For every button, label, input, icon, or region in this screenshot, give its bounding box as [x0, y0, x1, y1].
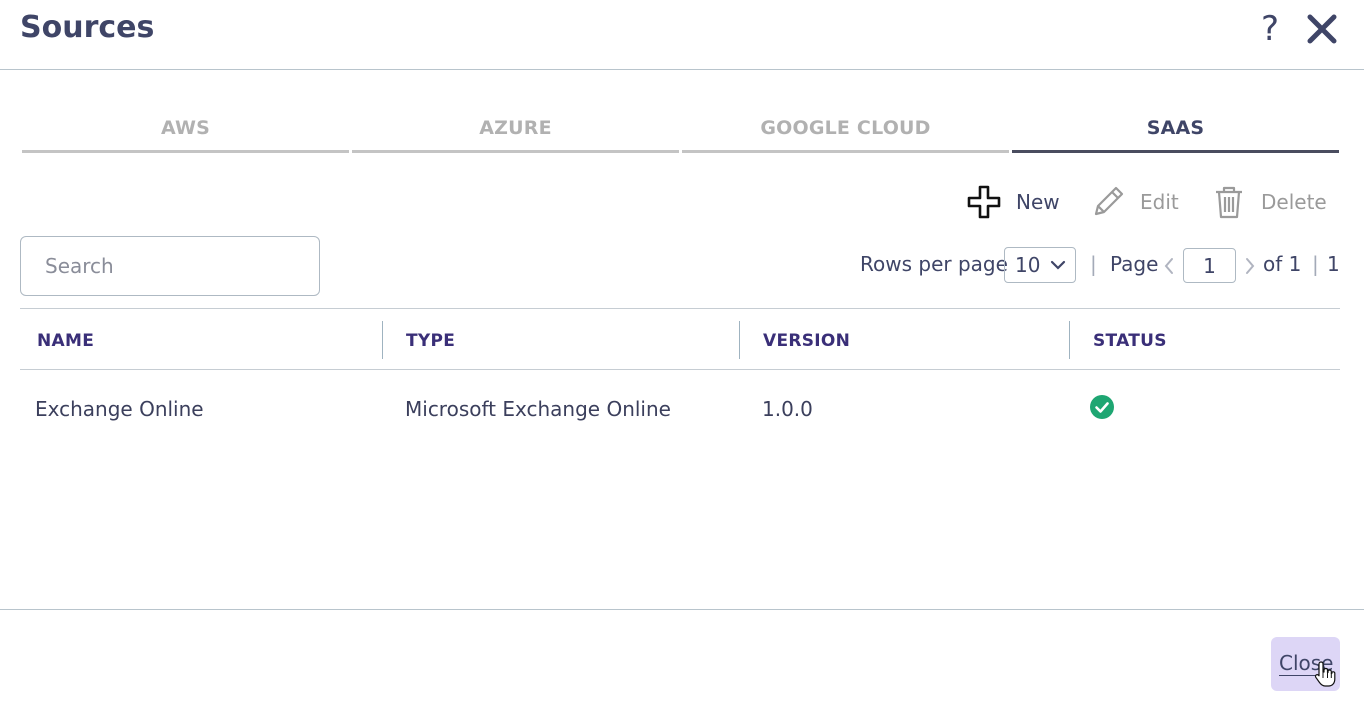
rows-per-page-select[interactable]: 10 [1004, 247, 1076, 283]
pager-separator: | [1090, 252, 1097, 276]
total-count: 1 [1327, 252, 1340, 276]
footer-divider [0, 609, 1364, 610]
new-label: New [1016, 190, 1060, 214]
table-row[interactable]: Exchange Online Microsoft Exchange Onlin… [20, 371, 1340, 445]
cell-version: 1.0.0 [762, 397, 813, 421]
column-divider[interactable] [382, 321, 383, 359]
pencil-icon [1094, 186, 1124, 216]
column-header-type[interactable]: TYPE [406, 331, 455, 351]
search-input[interactable] [20, 236, 320, 296]
chevron-down-icon [1050, 260, 1066, 270]
sources-dialog: Sources ? AWS AZURE GOOGLE CLOUD SAAS Ne… [0, 0, 1364, 702]
dialog-header: Sources ? [0, 0, 1364, 70]
chevron-right-icon[interactable] [1243, 256, 1257, 276]
pager-separator-2: | [1312, 252, 1319, 276]
tab-google-cloud[interactable]: GOOGLE CLOUD [682, 112, 1009, 153]
column-divider[interactable] [1069, 321, 1070, 359]
tab-aws[interactable]: AWS [22, 112, 349, 153]
column-header-version[interactable]: VERSION [763, 331, 850, 351]
page-number-input[interactable] [1183, 248, 1236, 283]
delete-label: Delete [1261, 190, 1327, 214]
cell-type: Microsoft Exchange Online [405, 397, 671, 421]
delete-button[interactable]: Delete [1211, 180, 1327, 224]
trash-icon [1216, 186, 1242, 219]
cell-name: Exchange Online [35, 397, 204, 421]
column-divider[interactable] [739, 321, 740, 359]
cloud-tabs: AWS AZURE GOOGLE CLOUD SAAS [22, 112, 1340, 154]
close-icon[interactable] [1303, 10, 1341, 48]
chevron-left-icon[interactable] [1162, 256, 1176, 276]
tab-saas[interactable]: SAAS [1012, 112, 1339, 153]
dialog-title: Sources [20, 10, 155, 45]
page-count-label: of 1 [1263, 252, 1302, 276]
page-label: Page [1110, 252, 1159, 276]
hand-cursor-icon [1314, 661, 1336, 687]
tab-azure[interactable]: AZURE [352, 112, 679, 153]
rows-per-page-value: 10 [1015, 253, 1041, 277]
help-icon[interactable]: ? [1255, 8, 1285, 50]
edit-button[interactable]: Edit [1090, 180, 1179, 224]
edit-label: Edit [1140, 190, 1179, 214]
status-ok-icon [1090, 395, 1114, 419]
table-header: NAME TYPE VERSION STATUS [20, 309, 1340, 370]
column-header-name[interactable]: NAME [37, 331, 94, 351]
rows-per-page-label: Rows per page [860, 252, 1008, 276]
column-header-status[interactable]: STATUS [1093, 331, 1167, 351]
new-button[interactable]: New [966, 180, 1060, 224]
plus-icon [967, 185, 1001, 219]
